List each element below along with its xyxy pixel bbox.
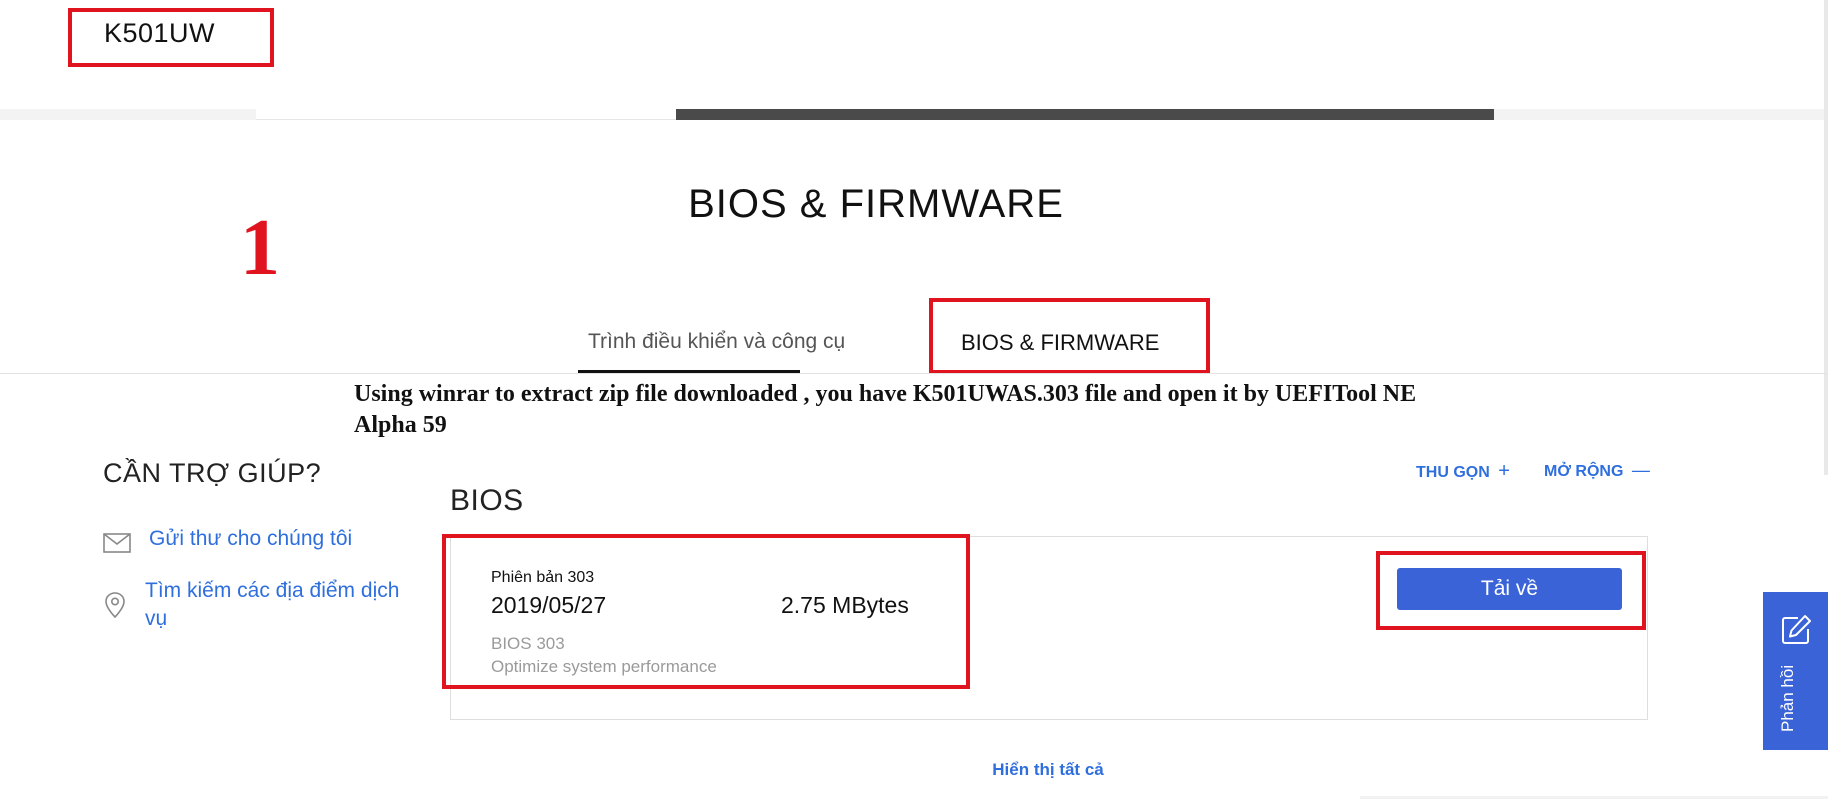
feedback-label: Phản hồi [1778,664,1797,732]
bios-info-highlight-box [442,534,970,689]
step-number-annotation: 1 [240,204,280,292]
nav-progress-track [1494,109,1824,120]
location-pin-icon [105,592,125,619]
nav-progress-indicator [676,109,1494,120]
service-locations-link[interactable]: Tìm kiếm các địa điểm dịch vụ [145,577,405,633]
model-name: K501UW [104,18,216,48]
help-heading: CẦN TRỢ GIÚP? [103,458,322,488]
bios-section-heading: BIOS [450,484,524,517]
show-all-link[interactable]: Hiển thị tất cả [0,760,1828,780]
collapse-all-button[interactable]: THU GỌN + [1416,460,1510,483]
download-highlight-box [1376,551,1646,630]
expand-all-button[interactable]: MỞ RỘNG — [1544,460,1650,481]
tab-highlight-box [929,298,1210,374]
expand-label: MỞ RỘNG [1544,463,1624,480]
tab-drivers-and-tools[interactable]: Trình điều khiển và công cụ [588,330,845,354]
minus-icon: — [1631,460,1650,480]
mail-icon [103,533,131,553]
collapse-label: THU GỌN [1416,464,1490,481]
plus-icon: + [1498,460,1510,482]
tabs-divider [0,373,1828,374]
instruction-caption: Using winrar to extract zip file downloa… [354,381,1417,438]
header-band-left [0,109,256,120]
edit-icon [1782,615,1811,644]
page-scrollbar[interactable] [1824,0,1828,475]
email-us-link[interactable]: Gửi thư cho chúng tôi [149,527,352,551]
